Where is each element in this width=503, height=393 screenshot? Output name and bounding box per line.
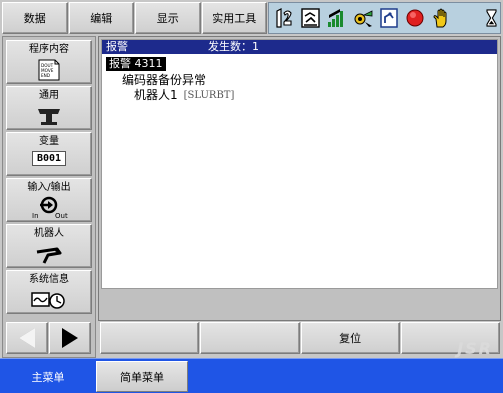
alarm-title: 报警 <box>106 40 128 53</box>
side-label: 机器人 <box>34 228 64 239</box>
alarm-panel: 报警 发生数：1 报警 4311 编码器备份异常 机器人1 [SLURBT] <box>101 39 498 289</box>
page-next-button[interactable] <box>49 322 91 354</box>
side-menu: 程序内容 DOUT MOVE END 通用 变量 B001 输入/输出 In O… <box>2 36 96 358</box>
main-content: 报警 发生数：1 报警 4311 编码器备份异常 机器人1 [SLURBT] <box>98 36 501 321</box>
alarm-header: 报警 发生数：1 <box>102 40 497 54</box>
speed-bars-icon <box>324 6 349 30</box>
side-label: 输入/输出 <box>27 182 71 193</box>
page-prev-button[interactable] <box>6 322 48 354</box>
alarm-list-item[interactable]: 报警 4311 <box>102 56 497 72</box>
alarm-count: 发生数：1 <box>208 40 259 53</box>
menu-utility-button[interactable]: 实用工具 <box>201 2 267 34</box>
side-variable-button[interactable]: 变量 B001 <box>6 132 92 176</box>
alarm-detail: 机器人1 <box>134 88 178 102</box>
io-icon: In Out <box>29 196 69 220</box>
arrow-left-icon <box>19 328 35 348</box>
coordinate-icon <box>272 6 297 30</box>
alarm-code: 报警 4311 <box>106 57 166 71</box>
side-label: 变量 <box>39 136 59 147</box>
servo-icon <box>350 6 375 30</box>
tab-simple-menu[interactable]: 简单菜单 <box>96 361 188 392</box>
top-menu: 数据 编辑 显示 实用工具 <box>2 2 268 34</box>
hourglass-icon <box>484 8 498 28</box>
function-bar: 复位 <box>100 322 501 354</box>
teach-mode-icon <box>298 6 323 30</box>
side-system-info-button[interactable]: 系统信息 <box>6 270 92 314</box>
watermark-logo: JSR <box>457 339 493 358</box>
side-io-button[interactable]: 输入/输出 In Out <box>6 178 92 222</box>
job-content-icon: DOUT MOVE END <box>37 58 61 82</box>
system-info-icon <box>31 288 67 312</box>
alarm-axis-tag: [SLURBT] <box>183 90 235 101</box>
tab-main-menu[interactable]: 主菜单 <box>2 361 94 392</box>
reset-button[interactable]: 复位 <box>300 322 400 354</box>
alarm-name: 编码器备份异常 <box>122 73 207 87</box>
general-stand-icon <box>36 104 62 128</box>
menu-display-button[interactable]: 显示 <box>135 2 201 34</box>
side-job-content-button[interactable]: 程序内容 DOUT MOVE END <box>6 40 92 84</box>
side-label: 程序内容 <box>29 44 69 55</box>
menu-edit-button[interactable]: 编辑 <box>68 2 134 34</box>
variable-icon: B001 <box>31 151 67 166</box>
robot-arm-icon <box>34 242 64 266</box>
page-navigator <box>6 322 92 354</box>
job-line-3: END <box>41 73 50 78</box>
io-out-label: Out <box>55 212 68 220</box>
side-label: 通用 <box>39 90 59 101</box>
hand-icon <box>428 6 453 30</box>
bottom-bar: 主菜单 简单菜单 <box>0 358 503 393</box>
side-label: 系统信息 <box>29 274 69 285</box>
side-robot-button[interactable]: 机器人 <box>6 224 92 268</box>
menu-data-button[interactable]: 数据 <box>2 2 68 34</box>
alarm-detail-row: 机器人1 [SLURBT] <box>102 88 497 103</box>
func-button-2[interactable] <box>200 322 300 354</box>
arrow-right-icon <box>62 328 78 348</box>
io-in-label: In <box>32 212 39 220</box>
robot-monitor-icon <box>376 6 401 30</box>
side-general-button[interactable]: 通用 <box>6 86 92 130</box>
func-button-1[interactable] <box>100 322 200 354</box>
alarm-stop-icon <box>402 6 427 30</box>
status-bar <box>268 2 501 34</box>
